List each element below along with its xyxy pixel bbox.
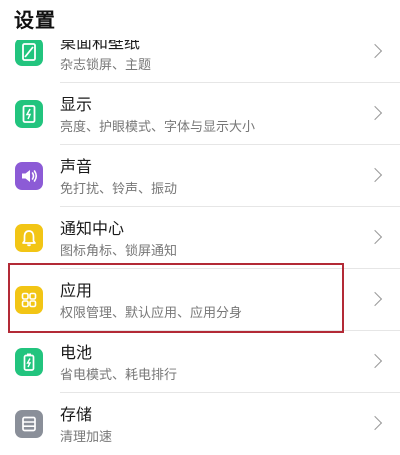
- chevron-right-icon: [367, 415, 383, 431]
- page-title: 设置: [14, 8, 56, 32]
- storage-icon: [15, 410, 43, 438]
- item-subtitle: 杂志锁屏、主题: [60, 58, 152, 73]
- sound-icon: [15, 162, 43, 190]
- chevron-right-icon: [367, 43, 383, 59]
- item-label: 电池: [60, 343, 93, 362]
- chevron-right-icon: [367, 105, 383, 121]
- item-subtitle: 图标角标、锁屏通知: [60, 244, 178, 259]
- item-subtitle: 亮度、护眼模式、字体与显示大小: [60, 120, 256, 135]
- item-label: 显示: [60, 95, 93, 114]
- header-bar: 设置: [0, 0, 400, 40]
- apps-icon: [15, 286, 43, 314]
- display-icon: [15, 100, 43, 128]
- item-subtitle: 省电模式、耗电排行: [60, 368, 178, 383]
- item-subtitle: 权限管理、默认应用、应用分身: [60, 306, 243, 321]
- item-subtitle: 清理加速: [60, 430, 113, 445]
- chevron-right-icon: [367, 291, 383, 307]
- settings-item-sound[interactable]: 声音 免打扰、铃声、振动: [0, 145, 400, 207]
- chevron-right-icon: [367, 353, 383, 369]
- chevron-right-icon: [367, 167, 383, 183]
- item-label: 应用: [60, 281, 93, 300]
- chevron-right-icon: [367, 229, 383, 245]
- battery-icon: [15, 348, 43, 376]
- settings-item-notifications[interactable]: 通知中心 图标角标、锁屏通知: [0, 207, 400, 269]
- settings-list: 桌面和壁纸 杂志锁屏、主题 显示 亮度、护眼模式、字体与显示大小 声音 免打扰、…: [0, 0, 400, 448]
- wallpaper-icon: [15, 38, 43, 66]
- bell-icon: [15, 224, 43, 252]
- settings-item-battery[interactable]: 电池 省电模式、耗电排行: [0, 331, 400, 393]
- item-label: 声音: [60, 157, 93, 176]
- item-subtitle: 免打扰、铃声、振动: [60, 182, 178, 197]
- item-label: 通知中心: [60, 219, 125, 238]
- settings-item-apps[interactable]: 应用 权限管理、默认应用、应用分身: [0, 269, 400, 331]
- item-label: 存储: [60, 405, 93, 424]
- settings-item-storage[interactable]: 存储 清理加速: [0, 393, 400, 455]
- settings-item-display[interactable]: 显示 亮度、护眼模式、字体与显示大小: [0, 83, 400, 145]
